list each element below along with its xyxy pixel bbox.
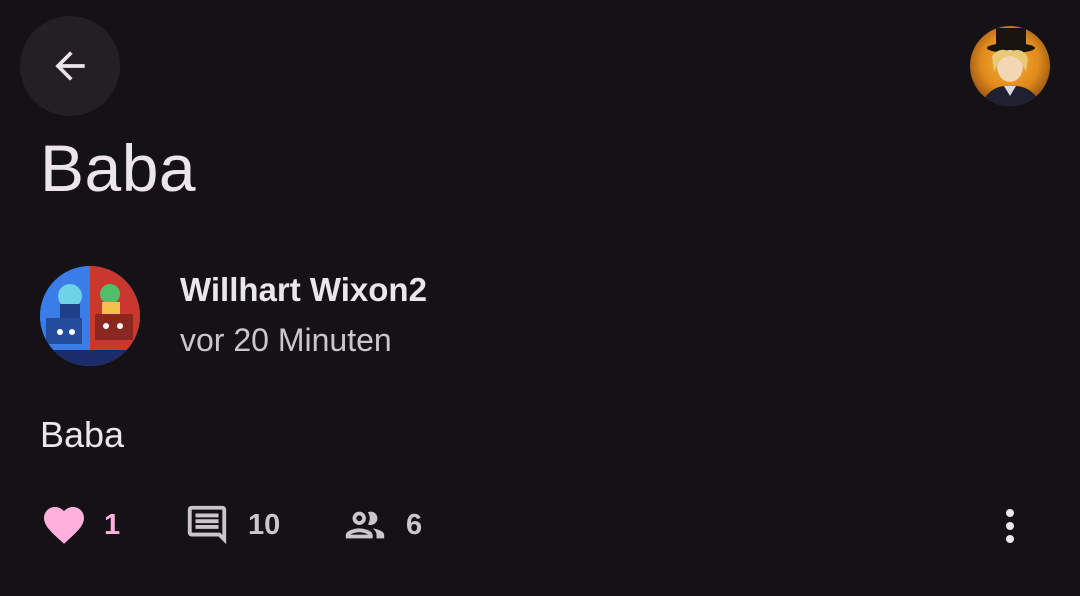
like-count: 1 bbox=[104, 509, 121, 541]
more-options-button[interactable] bbox=[990, 502, 1030, 550]
comment-icon bbox=[187, 505, 227, 545]
post-body: Baba bbox=[40, 414, 125, 455]
back-button[interactable] bbox=[20, 16, 120, 116]
comment-count: 10 bbox=[248, 509, 281, 541]
account-avatar-image bbox=[970, 26, 1050, 106]
people-icon bbox=[345, 511, 385, 539]
author-avatar-image bbox=[40, 266, 140, 366]
account-avatar[interactable] bbox=[970, 26, 1050, 106]
comments-button[interactable]: 10 bbox=[184, 500, 280, 550]
post-timestamp: vor 20 Minuten bbox=[180, 322, 392, 358]
more-vert-icon bbox=[1006, 509, 1014, 543]
post-title: Baba bbox=[40, 131, 197, 205]
participant-count: 6 bbox=[406, 509, 423, 541]
like-button[interactable]: 1 bbox=[40, 500, 120, 550]
post-detail-screen: Baba Willhart Wixon2 vor 20 Minuten Baba… bbox=[0, 0, 1080, 596]
heart-icon bbox=[44, 507, 84, 544]
participants-button[interactable]: 6 bbox=[342, 500, 422, 550]
author-avatar[interactable] bbox=[40, 266, 140, 366]
author-name[interactable]: Willhart Wixon2 bbox=[180, 268, 427, 312]
arrow-back-icon bbox=[55, 51, 85, 81]
